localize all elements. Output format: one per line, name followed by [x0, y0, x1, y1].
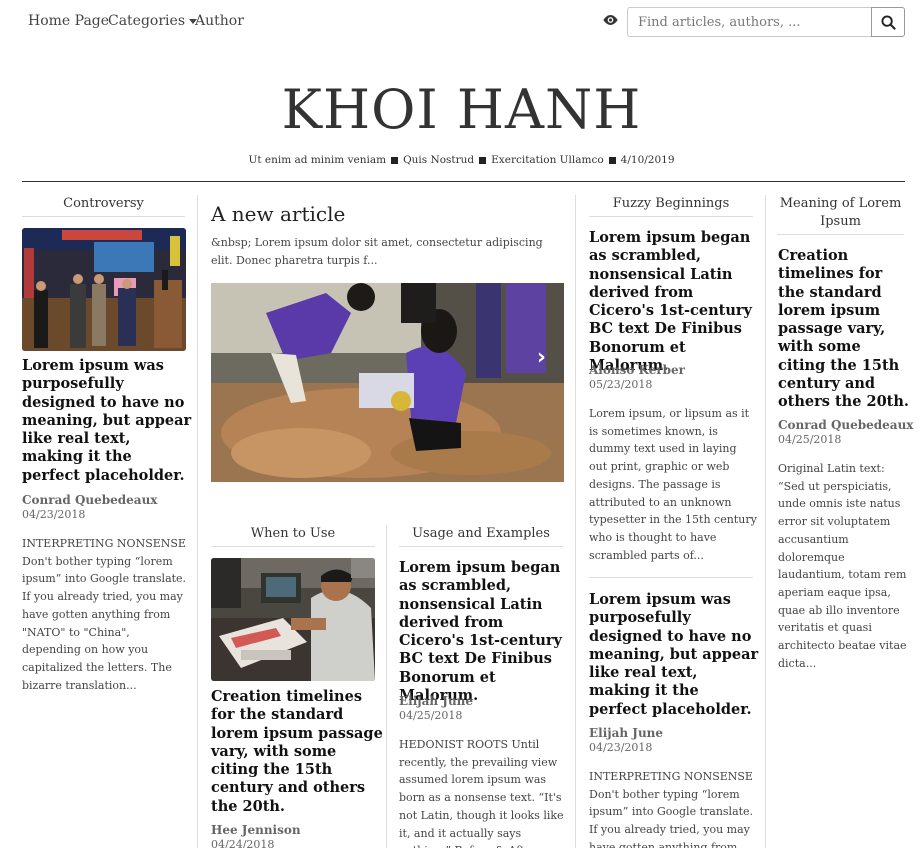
featured-article-title[interactable]: A new article: [211, 202, 345, 226]
column-divider: [765, 195, 766, 848]
article-headline[interactable]: Creation timelines for the standard lore…: [211, 688, 383, 816]
masthead-rule: [22, 181, 905, 182]
site-logo[interactable]: KHOI HANH: [0, 78, 923, 141]
top-navbar: Home Page Categories Author: [0, 0, 923, 44]
volunteers-photo: [211, 283, 564, 482]
eye-icon[interactable]: [602, 13, 619, 27]
article-excerpt: Original Latin text: “Sed ut perspiciati…: [778, 462, 907, 670]
article-author[interactable]: Conrad Quebedeaux: [22, 493, 157, 508]
tagline-item[interactable]: Exercitation Ullamco: [491, 154, 604, 166]
section-heading-when-to-use[interactable]: When to Use: [211, 525, 375, 547]
column-divider: [197, 195, 198, 848]
square-separator-icon: [479, 156, 487, 164]
article-excerpt: Lorem ipsum, or lipsum as it is sometime…: [589, 407, 757, 562]
article-thumbnail-office[interactable]: [211, 558, 375, 681]
nav-author-link[interactable]: Author: [195, 13, 244, 29]
article-author[interactable]: Hee Jennison: [211, 823, 301, 838]
article-excerpt: INTERPRETING NONSENSE Don't bother typin…: [22, 537, 187, 692]
article-author[interactable]: Elijah June: [399, 694, 473, 709]
office-photo: [211, 558, 375, 681]
article-headline[interactable]: Lorem ipsum began as scrambled, nonsensi…: [399, 559, 571, 705]
article-excerpt: HEDONIST ROOTS Until recently, the preva…: [399, 738, 564, 848]
article-date: 05/23/2018: [589, 378, 653, 391]
search-input[interactable]: [627, 7, 872, 37]
nav-home-link[interactable]: Home Page: [28, 13, 109, 29]
article-date: 04/25/2018: [399, 709, 463, 722]
column-divider: [575, 195, 576, 848]
square-separator-icon: [608, 156, 616, 164]
section-heading-controversy[interactable]: Controversy: [22, 195, 185, 217]
section-heading-usage-examples[interactable]: Usage and Examples: [399, 525, 563, 547]
nav-categories-dropdown[interactable]: Categories: [108, 13, 197, 29]
article-date: 04/23/2018: [589, 741, 653, 754]
stage-photo: [22, 228, 186, 351]
square-separator-icon: [391, 156, 399, 164]
section-heading-fuzzy-beginnings[interactable]: Fuzzy Beginnings: [589, 195, 753, 217]
article-date: 04/23/2018: [22, 508, 86, 521]
article-author[interactable]: Alonso Kerber: [589, 363, 685, 378]
article-excerpt: INTERPRETING NONSENSE Don't bother typin…: [589, 770, 754, 848]
article-date: 04/25/2018: [778, 433, 842, 446]
article-thumbnail-ceremony[interactable]: [22, 228, 186, 351]
tagline: Ut enim ad minim veniam Quis Nostrud Exerc…: [0, 154, 923, 166]
tagline-item[interactable]: Quis Nostrud: [403, 154, 474, 166]
tagline-item[interactable]: Ut enim ad minim veniam: [248, 154, 386, 166]
article-divider: [589, 577, 753, 578]
column-divider: [386, 525, 387, 848]
search-button[interactable]: [871, 7, 905, 37]
section-heading-meaning[interactable]: Meaning of Lorem Ipsum: [777, 195, 904, 235]
article-headline[interactable]: Lorem ipsum was purposefully designed to…: [22, 357, 194, 485]
tagline-date: 4/10/2019: [620, 154, 675, 166]
article-author[interactable]: Conrad Quebedeaux: [778, 418, 913, 433]
chevron-right-icon[interactable]: ›: [537, 345, 546, 370]
article-headline[interactable]: Creation timelines for the standard lore…: [778, 247, 910, 412]
search-icon: [880, 14, 896, 30]
featured-article-lead: &nbsp; Lorem ipsum dolor sit amet, conse…: [211, 236, 543, 267]
featured-image-carousel[interactable]: ›: [211, 283, 564, 482]
nav-categories-label: Categories: [108, 13, 185, 29]
article-headline[interactable]: Lorem ipsum began as scrambled, nonsensi…: [589, 229, 761, 375]
article-headline[interactable]: Lorem ipsum was purposefully designed to…: [589, 591, 761, 719]
article-date: 04/24/2018: [211, 838, 275, 848]
article-author[interactable]: Elijah June: [589, 726, 663, 741]
